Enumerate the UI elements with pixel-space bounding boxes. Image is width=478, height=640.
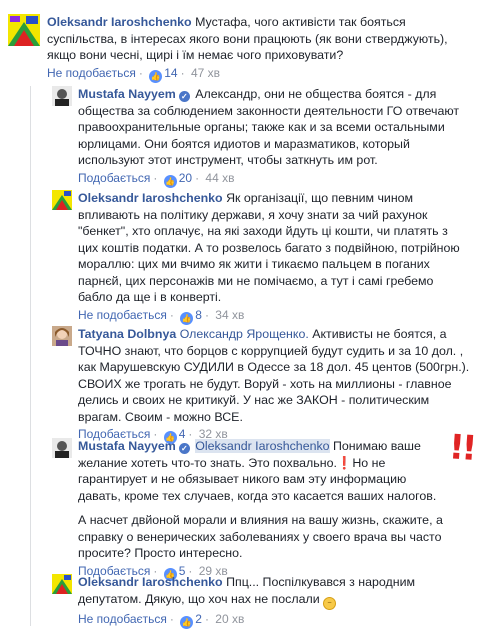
thread-line [30,86,31,626]
comment-actions: Не подобається · 👍 2 · 20 хв [78,611,245,629]
mention-tag[interactable]: Oleksandr Iaroshchenko [195,439,330,453]
avatar[interactable] [8,14,40,46]
comment-time[interactable]: 34 хв [215,308,244,322]
like-button[interactable]: Подобається [78,171,150,185]
like-button[interactable]: Не подобається [78,612,167,626]
comment: Oleksandr Iaroshchenko Мустафа, чого акт… [8,14,470,83]
comment-author[interactable]: Mustafa Nayyem [78,439,176,453]
verified-badge-icon: ✓ [178,443,190,454]
comment-author[interactable]: Mustafa Nayyem [78,87,176,101]
comment-actions: Не подобається · 👍 14 · 47 хв [47,65,221,83]
like-count[interactable]: 14 [164,66,177,80]
avatar[interactable] [52,190,72,210]
like-button[interactable]: Не подобається [47,66,136,80]
verified-badge-icon: ✓ [178,91,190,102]
confused-face-icon: ~ [323,596,337,610]
comment-author[interactable]: Oleksandr Iaroshchenko [78,191,223,205]
comment-reply: Oleksandr Iaroshchenko Ппц... Поспілкува… [52,574,470,629]
comment-time[interactable]: 47 хв [191,66,220,80]
thumbs-up-icon: 👍 [163,174,177,188]
avatar[interactable] [52,326,72,346]
comment-reply: Mustafa Nayyem ✓ Oleksandr Iaroshchenko П… [52,438,446,581]
comment-author[interactable]: Tatyana Dolbnya [78,327,176,341]
comment-reply: Tatyana Dolbnya Олександр Ярощенко. Акти… [52,326,470,444]
comment-paragraph: А насчет двйоной морали и влияния на ваш… [78,513,443,560]
comment-text: Як організації, що певним чином впливают… [78,191,460,304]
avatar[interactable] [52,438,72,458]
red-mark: ❗ [336,455,353,470]
thumbs-up-icon: 👍 [180,311,194,325]
comment-reply: Oleksandr Iaroshchenko Як організації, щ… [52,190,470,325]
comment-time[interactable]: 44 хв [205,171,234,185]
like-button[interactable]: Не подобається [78,308,167,322]
comment-time[interactable]: 20 хв [215,612,244,626]
comment-reply: Mustafa Nayyem ✓ Александр, они не общест… [52,86,470,188]
comment-actions: Подобається · 👍 20 · 44 хв [78,170,235,188]
like-count[interactable]: 2 [195,612,202,626]
comment-text: Активисты не боятся, а ТОЧНО знают, что … [78,327,470,424]
comment-author[interactable]: Oleksandr Iaroshchenko [78,575,223,589]
thumbs-up-icon: 👍 [149,69,163,83]
thumbs-up-icon: 👍 [180,615,194,629]
like-count[interactable]: 8 [195,308,202,322]
annotation-exclamation: !! [447,427,476,469]
avatar[interactable] [52,86,72,106]
avatar[interactable] [52,574,72,594]
like-count[interactable]: 20 [179,171,192,185]
comment-actions: Не подобається · 👍 8 · 34 хв [78,307,245,325]
mention-tag[interactable]: Олександр Ярощенко. [180,327,309,341]
comment-author[interactable]: Oleksandr Iaroshchenko [47,15,192,29]
